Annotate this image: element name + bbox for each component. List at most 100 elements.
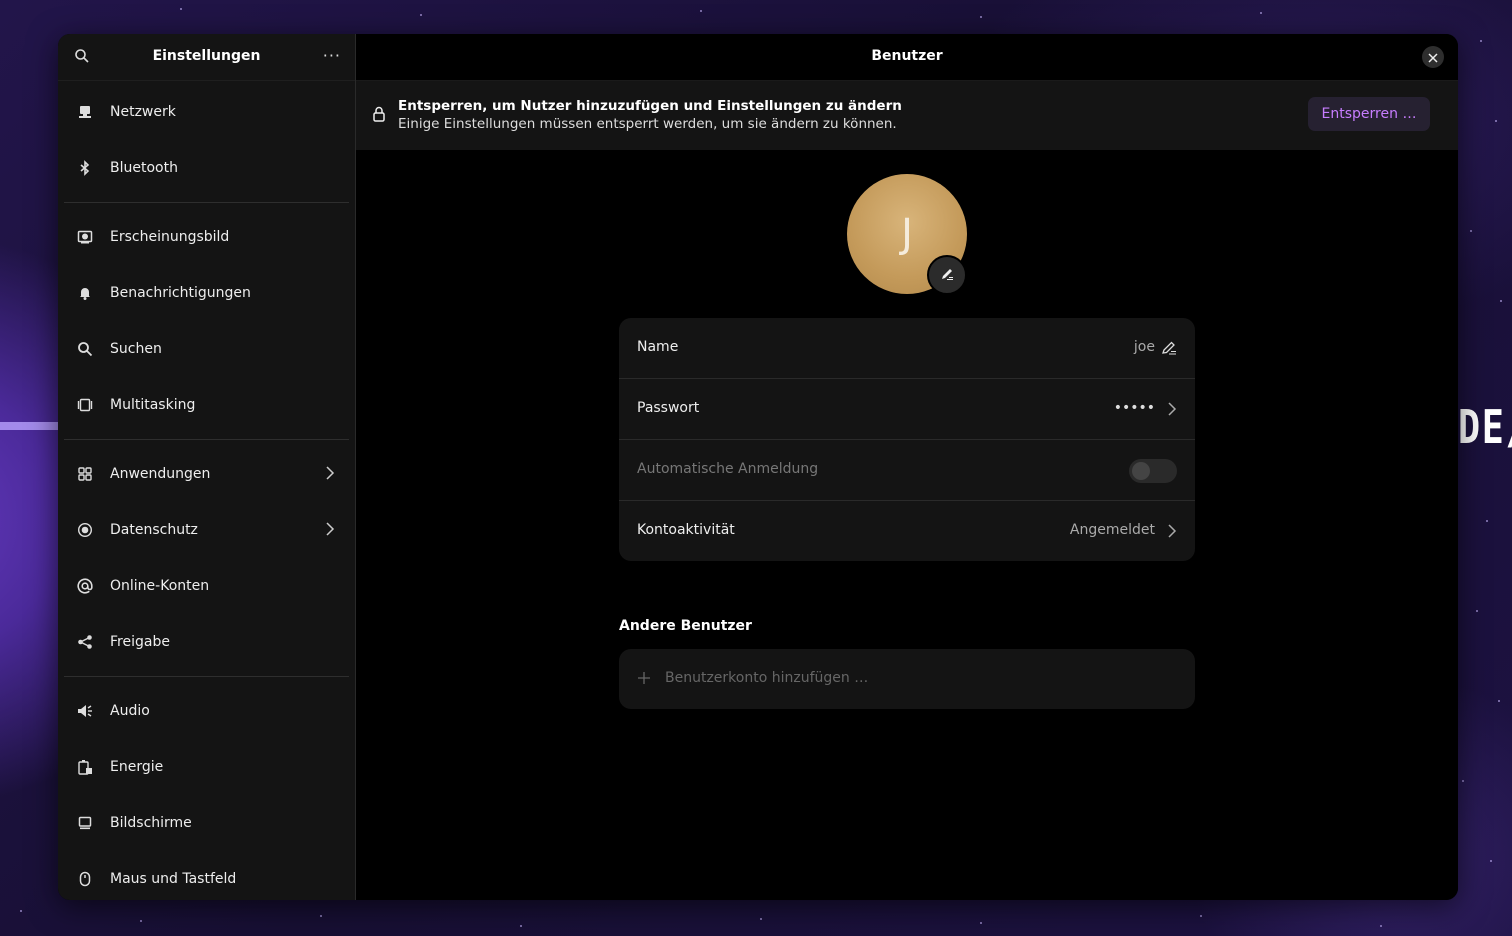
sidebar-item-label: Benachrichtigungen [110, 285, 251, 301]
settings-window: Einstellungen ··· Netzwerk Bluetooth Ers… [58, 34, 1458, 900]
autologin-label: Automatische Anmeldung [637, 461, 819, 477]
divider [64, 202, 349, 203]
divider [64, 439, 349, 440]
sidebar-item-datenschutz[interactable]: Datenschutz [64, 502, 349, 558]
avatar-edit-button[interactable] [927, 255, 967, 295]
main-menu-button[interactable]: ··· [323, 46, 341, 65]
account-activity-row[interactable]: Kontoaktivität Angemeldet [619, 501, 1195, 561]
unlock-button[interactable]: Entsperren … [1308, 97, 1430, 131]
wallpaper-star [1380, 925, 1382, 927]
wallpaper-star [1476, 610, 1478, 612]
search-icon [76, 340, 94, 358]
wallpaper-star [1486, 520, 1488, 522]
network-icon [76, 103, 94, 121]
toggle-knob [1132, 462, 1150, 480]
sidebar-title: Einstellungen [152, 48, 261, 64]
wallpaper-star [700, 10, 702, 12]
sidebar-item-label: Datenschutz [110, 522, 198, 538]
sidebar-item-energie[interactable]: Energie [64, 739, 349, 795]
wallpaper-star [1500, 300, 1502, 302]
avatar-initial: J [901, 211, 913, 257]
sidebar-item-maus-und-tastfeld[interactable]: Maus und Tastfeld [64, 851, 349, 900]
sidebar-item-label: Bildschirme [110, 815, 192, 831]
appearance-icon [76, 228, 94, 246]
wallpaper-star [1462, 780, 1464, 782]
add-account-label: Benutzerkonto hinzufügen … [665, 670, 869, 686]
chevron-right-icon [325, 521, 335, 540]
sidebar-item-label: Suchen [110, 341, 162, 357]
banner-subtitle: Einige Einstellungen müssen entsperrt we… [398, 116, 897, 132]
page-title: Benutzer [871, 48, 943, 64]
edit-pencil-icon[interactable] [1161, 340, 1177, 360]
chevron-right-icon [1167, 401, 1177, 420]
sidebar-item-label: Freigabe [110, 634, 170, 650]
mouse-icon [76, 870, 94, 888]
sidebar-item-online-konten[interactable]: Online-Konten [64, 558, 349, 614]
sidebar-item-label: Energie [110, 759, 164, 775]
close-icon [1428, 48, 1438, 67]
share-icon [76, 633, 94, 651]
sidebar-item-freigabe[interactable]: Freigabe [64, 614, 349, 670]
main-panel: Benutzer Entsperren, um Nutzer hinzuzufü… [356, 34, 1458, 900]
name-value: joe [1133, 339, 1155, 355]
battery-icon [76, 758, 94, 776]
sidebar-item-suchen[interactable]: Suchen [64, 321, 349, 377]
wallpaper-star [760, 918, 762, 920]
wallpaper-star [1495, 120, 1497, 122]
bluetooth-icon [76, 159, 94, 177]
edit-pencil-icon [940, 266, 954, 285]
apps-grid-icon [76, 465, 94, 483]
bell-icon [76, 284, 94, 302]
sidebar-item-label: Anwendungen [110, 466, 211, 482]
sidebar-item-audio[interactable]: Audio [64, 683, 349, 739]
wallpaper-text: DE/ [1458, 400, 1512, 454]
other-users-card: Benutzerkonto hinzufügen … [619, 649, 1195, 709]
sidebar-item-bluetooth[interactable]: Bluetooth [64, 140, 349, 196]
autologin-toggle[interactable] [1129, 459, 1177, 483]
wallpaper-star [140, 920, 142, 922]
sidebar-item-multitasking[interactable]: Multitasking [64, 377, 349, 433]
wallpaper-star [980, 16, 982, 18]
sidebar-item-netzwerk[interactable]: Netzwerk [64, 84, 349, 140]
wallpaper-star [420, 14, 422, 16]
user-details-card: Name joe Passwort ••••• Automatische Anm… [619, 318, 1195, 561]
sidebar: Einstellungen ··· Netzwerk Bluetooth Ers… [58, 34, 356, 900]
unlock-banner: Entsperren, um Nutzer hinzuzufügen und E… [356, 81, 1458, 150]
sidebar-item-label: Maus und Tastfeld [110, 871, 237, 887]
close-button[interactable] [1422, 46, 1444, 68]
privacy-icon [76, 521, 94, 539]
name-label: Name [637, 339, 679, 355]
password-row[interactable]: Passwort ••••• [619, 379, 1195, 440]
autologin-row: Automatische Anmeldung [619, 440, 1195, 501]
divider [64, 676, 349, 677]
banner-title: Entsperren, um Nutzer hinzuzufügen und E… [398, 98, 902, 114]
wallpaper-star [1498, 700, 1500, 702]
sidebar-header: Einstellungen ··· [58, 34, 355, 81]
lock-icon [372, 106, 386, 126]
sidebar-item-anwendungen[interactable]: Anwendungen [64, 446, 349, 502]
sidebar-nav: Netzwerk Bluetooth Erscheinungsbild Bena… [64, 84, 349, 900]
password-label: Passwort [637, 400, 700, 416]
wallpaper-star [1200, 915, 1202, 917]
wallpaper-star [1470, 230, 1472, 232]
wallpaper-star [520, 925, 522, 927]
sidebar-item-bildschirme[interactable]: Bildschirme [64, 795, 349, 851]
add-account-row[interactable]: Benutzerkonto hinzufügen … [619, 649, 1195, 709]
wallpaper-star [1480, 40, 1482, 42]
wallpaper-star [320, 915, 322, 917]
sidebar-item-benachrichtigungen[interactable]: Benachrichtigungen [64, 265, 349, 321]
speaker-icon [76, 702, 94, 720]
multitasking-icon [76, 396, 94, 414]
account-activity-value: Angemeldet [1069, 522, 1155, 538]
main-header: Benutzer [356, 34, 1458, 81]
name-row: Name joe [619, 318, 1195, 379]
chevron-right-icon [1167, 523, 1177, 542]
wallpaper-star [180, 8, 182, 10]
sidebar-item-erscheinungsbild[interactable]: Erscheinungsbild [64, 209, 349, 265]
wallpaper-star [20, 910, 22, 912]
sidebar-item-label: Online-Konten [110, 578, 210, 594]
sidebar-item-label: Netzwerk [110, 104, 176, 120]
plus-icon [637, 666, 651, 690]
other-users-heading: Andere Benutzer [619, 618, 752, 634]
sidebar-item-label: Erscheinungsbild [110, 229, 230, 245]
